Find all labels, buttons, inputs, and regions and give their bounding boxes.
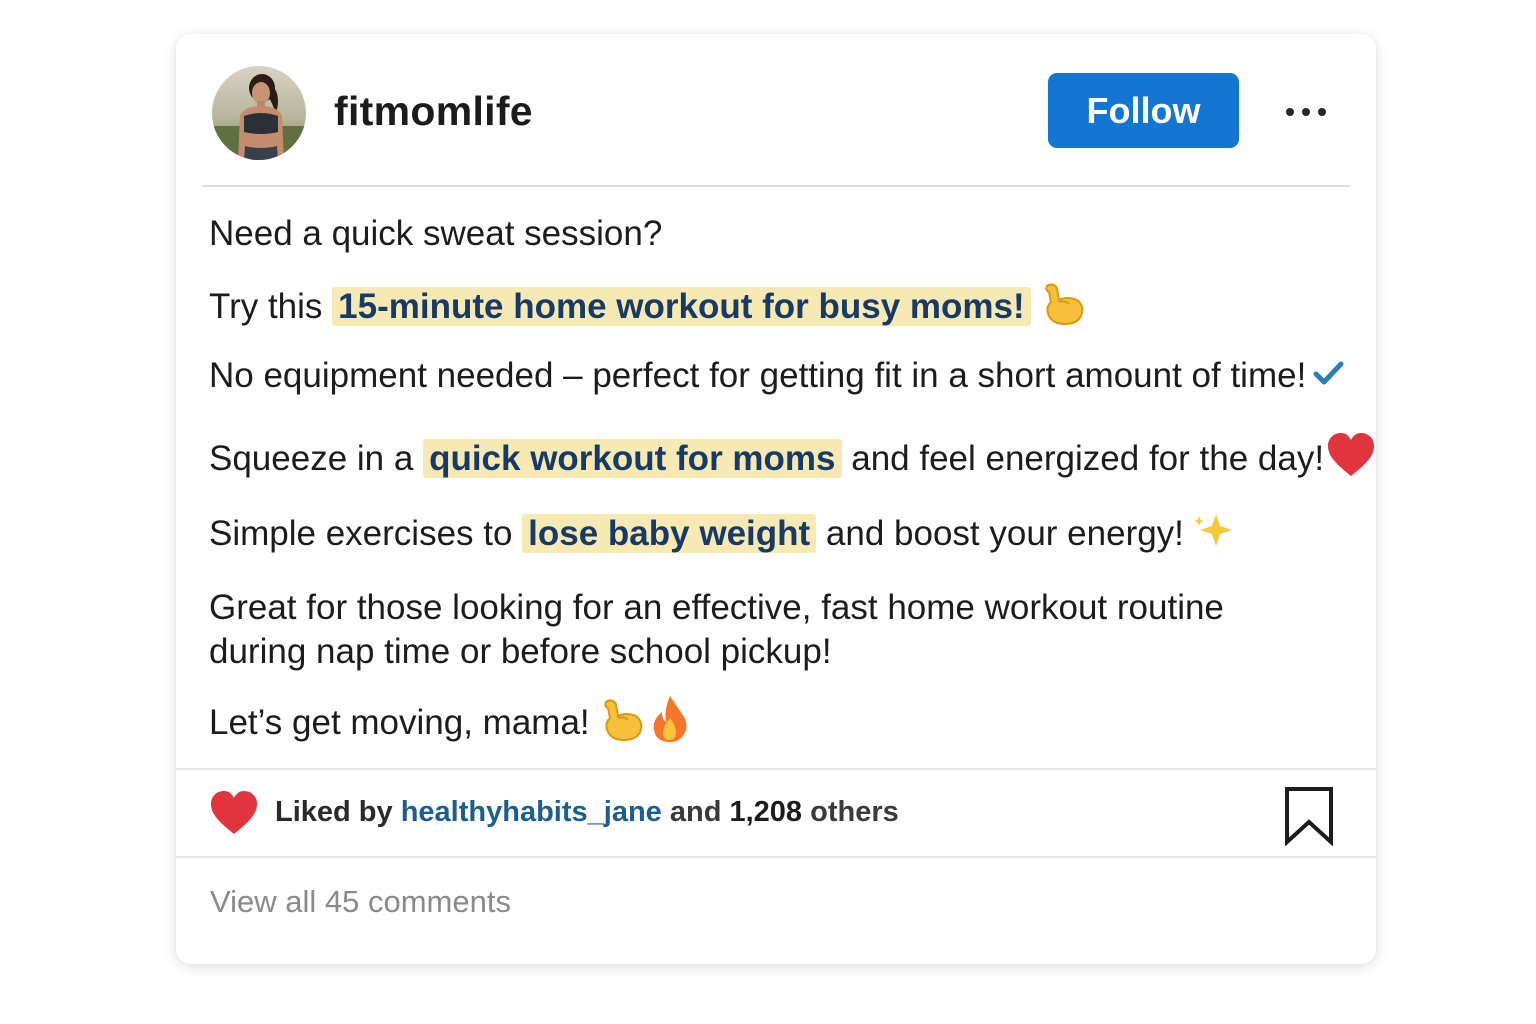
liker-username[interactable]: healthyhabits_jane: [401, 796, 662, 828]
likes-suffix: others: [802, 796, 899, 828]
comments-divider: [176, 856, 1376, 858]
caption-text: No equipment needed – perfect for gettin…: [209, 356, 1307, 395]
flexed-biceps-icon: [596, 694, 646, 755]
avatar-image: [212, 66, 306, 160]
caption-text: Squeeze in a: [209, 438, 424, 478]
sparkles-icon: [1190, 510, 1236, 561]
caption-line: Squeeze in a quick workout for moms and …: [209, 432, 1376, 489]
likes-middle: and: [661, 796, 730, 828]
red-heart-icon: [1326, 432, 1376, 489]
post-card: fitmomlife Follow Need a quick sweat ses…: [176, 34, 1376, 964]
likes-count: 1,208: [729, 796, 803, 828]
view-all-comments-link[interactable]: View all 45 comments: [210, 884, 511, 920]
check-mark-icon: [1312, 356, 1344, 400]
dot: [1286, 108, 1294, 116]
caption-text: Let’s get moving, mama!: [209, 702, 590, 742]
heart-like-icon[interactable]: [208, 790, 260, 841]
likes-summary: Liked by healthyhabits_jane and 1,208 ot…: [275, 796, 899, 829]
caption-text: and feel energized for the day!: [841, 438, 1325, 478]
highlighted-phrase: quick workout for moms: [423, 438, 842, 478]
caption-line: Simple exercises to lose baby weight and…: [209, 510, 1236, 561]
avatar[interactable]: [212, 66, 306, 160]
flexed-biceps-icon: [1037, 278, 1087, 339]
fire-icon: [648, 694, 692, 755]
caption-line: Need a quick sweat session?: [209, 214, 663, 253]
header-divider: [202, 185, 1350, 187]
follow-button[interactable]: Follow: [1048, 73, 1239, 148]
highlighted-phrase: lose baby weight: [522, 513, 817, 553]
caption-line: during nap time or before school pickup!: [209, 632, 832, 671]
caption-text: Try this: [209, 286, 333, 326]
caption-text: Simple exercises to: [209, 513, 523, 553]
caption-line: Try this 15-minute home workout for busy…: [209, 278, 1087, 339]
caption-line: Let’s get moving, mama!: [209, 694, 692, 755]
caption-line: Great for those looking for an effective…: [209, 588, 1224, 627]
username[interactable]: fitmomlife: [334, 88, 533, 135]
likes-prefix: Liked by: [275, 796, 401, 828]
dot: [1302, 108, 1310, 116]
dot: [1318, 108, 1326, 116]
bookmark-icon[interactable]: [1283, 786, 1335, 851]
likes-row: Liked by healthyhabits_jane and 1,208 ot…: [176, 770, 1376, 856]
caption-line: No equipment needed – perfect for gettin…: [209, 354, 1344, 400]
caption-text: and boost your energy!: [816, 513, 1184, 553]
post-header: fitmomlife Follow: [176, 34, 1376, 186]
more-dots-icon[interactable]: [1276, 94, 1336, 130]
highlighted-phrase: 15-minute home workout for busy moms!: [332, 286, 1031, 326]
